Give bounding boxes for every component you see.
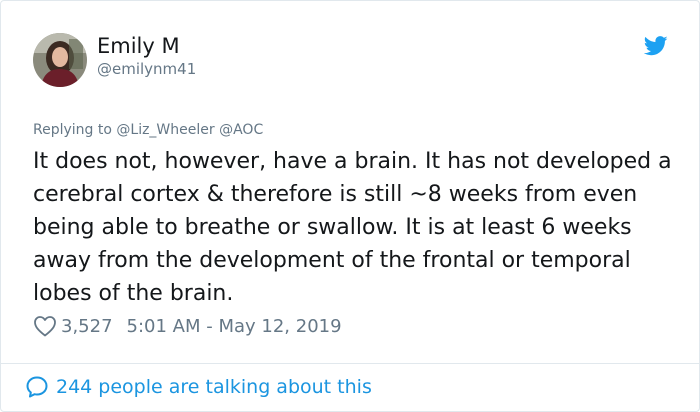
mention-liz-wheeler[interactable]: @Liz_Wheeler [116, 122, 214, 138]
avatar[interactable] [33, 33, 87, 87]
tweet-meta: 3,527 5:01 AM - May 12, 2019 [33, 314, 342, 338]
comment-bubble-icon [25, 375, 49, 399]
divider [1, 363, 699, 364]
conversation-link[interactable]: 244 people are talking about this [25, 374, 372, 400]
mention-aoc[interactable]: @AOC [219, 122, 263, 138]
heart-outline-icon[interactable] [33, 315, 57, 337]
twitter-bird-icon[interactable] [643, 36, 668, 56]
conversation-count-label[interactable]: 244 people are talking about this [56, 376, 372, 398]
reply-prefix: Replying to [33, 122, 112, 138]
tweet-card: Emily M @emilynm41 Replying to @Liz_Whee… [0, 0, 700, 412]
like-count[interactable]: 3,527 [61, 316, 113, 337]
reply-context: Replying to @Liz_Wheeler @AOC [33, 122, 263, 139]
tweet-timestamp[interactable]: 5:01 AM - May 12, 2019 [127, 316, 342, 337]
user-handle[interactable]: @emilynm41 [97, 60, 196, 78]
tweet-text: It does not, however, have a brain. It h… [33, 149, 672, 306]
display-name[interactable]: Emily M [97, 34, 180, 58]
